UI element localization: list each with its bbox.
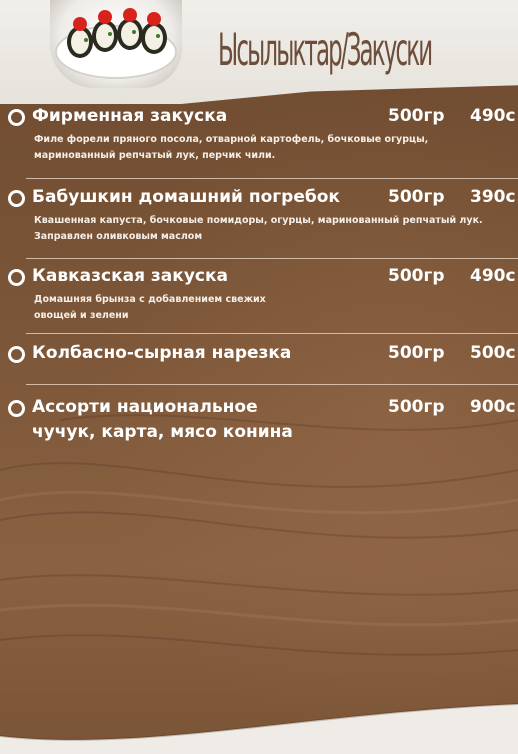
- item-name-continuation: чучук, карта, мясо конина: [32, 422, 293, 442]
- item-weight: 500гр: [388, 187, 445, 207]
- item-price: 900с: [470, 397, 516, 417]
- item-price: 390с: [470, 187, 516, 207]
- item-price: 490с: [470, 106, 516, 126]
- bottom-wave-decoration: [0, 703, 518, 754]
- item-weight: 500гр: [388, 266, 445, 286]
- item-description: Квашенная капуста, бочковые помидоры, ог…: [34, 215, 483, 242]
- appetizer-dish-image: [50, 0, 182, 88]
- item-weight: 500гр: [388, 343, 445, 363]
- item-weight: 500гр: [388, 106, 445, 126]
- item-name: Колбасно-сырная нарезка: [32, 343, 292, 363]
- divider: [26, 333, 518, 334]
- divider: [26, 384, 518, 385]
- item-name: Бабушкин домашний погребок: [32, 187, 340, 207]
- item-name: Ассорти национальное: [32, 397, 258, 417]
- item-description: Филе форели пряного посола, отварной кар…: [34, 134, 429, 161]
- circle-bullet-icon: [8, 346, 25, 363]
- item-name: Кавказская закуска: [32, 266, 228, 286]
- page-title: Ысылыктар/Закуски: [218, 24, 433, 76]
- divider: [26, 178, 518, 179]
- divider: [26, 258, 518, 259]
- item-name: Фирменная закуска: [32, 106, 228, 126]
- item-price: 500с: [470, 343, 516, 363]
- circle-bullet-icon: [8, 109, 25, 126]
- circle-bullet-icon: [8, 269, 25, 286]
- item-price: 490с: [470, 266, 516, 286]
- circle-bullet-icon: [8, 190, 25, 207]
- circle-bullet-icon: [8, 400, 25, 417]
- item-weight: 500гр: [388, 397, 445, 417]
- item-description: Домашняя брынза с добавлением свежих ово…: [34, 294, 266, 321]
